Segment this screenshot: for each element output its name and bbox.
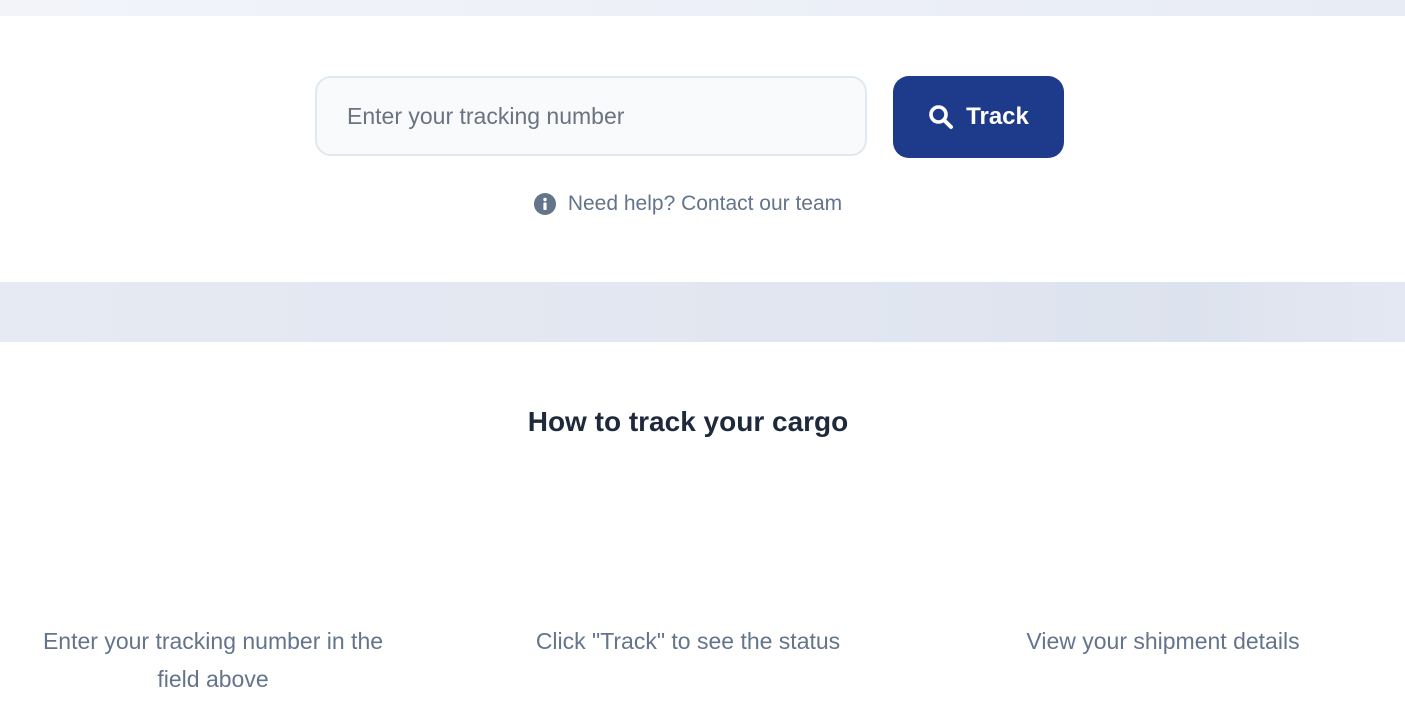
- section-divider-band: [0, 282, 1405, 342]
- step-view-details: View your shipment details: [1026, 628, 1300, 654]
- step-click-track: Click "Track" to see the status: [535, 628, 841, 654]
- how-to-section: How to track your cargo Enter your track…: [0, 342, 1405, 721]
- step-enter-number: Enter your tracking number in the field …: [42, 628, 384, 692]
- how-to-title: How to track your cargo: [527, 406, 849, 437]
- search-icon: [928, 104, 954, 130]
- help-row: Need help? Contact our team: [0, 192, 1376, 216]
- info-icon: [533, 193, 556, 215]
- top-strip: [0, 0, 1405, 16]
- track-button[interactable]: Track: [893, 76, 1064, 158]
- tracking-search-section: Track Need help? Contact our team: [0, 16, 1405, 282]
- contact-team-link[interactable]: Need help? Contact our team: [568, 192, 842, 216]
- tracking-number-input[interactable]: [315, 76, 867, 156]
- track-button-label: Track: [966, 103, 1029, 130]
